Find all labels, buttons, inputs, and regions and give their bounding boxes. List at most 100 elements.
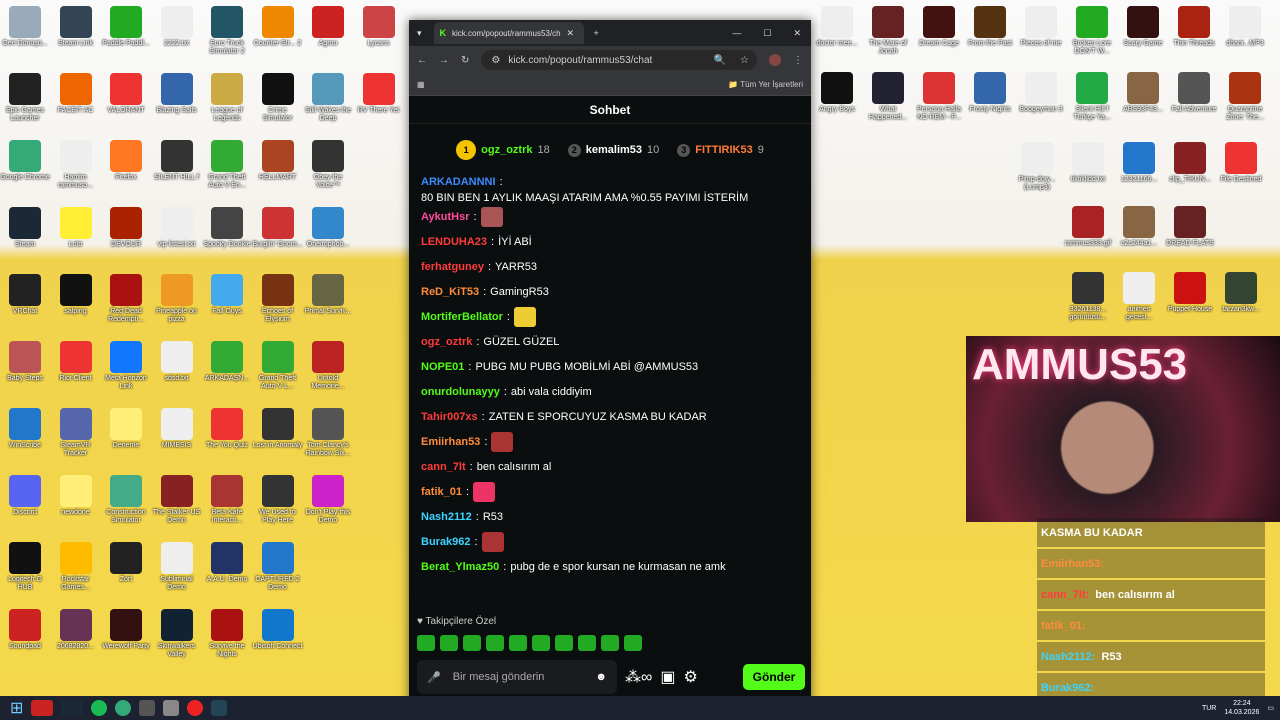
desktop-icon[interactable]: Lycans <box>354 6 404 48</box>
desktop-icon[interactable]: Riot Client <box>51 341 101 383</box>
desktop-icon[interactable]: The You Quiz <box>202 408 252 450</box>
desktop-icon[interactable]: tiktiklidd.txt <box>1063 142 1113 184</box>
chat-username[interactable]: ogz_oztrk <box>421 336 472 348</box>
chat-username[interactable]: Tahir007xs <box>421 411 478 423</box>
emote-1[interactable] <box>417 635 435 651</box>
gifter-1[interactable]: 1 ogz_oztrk 18 <box>456 140 550 160</box>
desktop-icon[interactable]: Hamim rammuso... <box>51 140 101 190</box>
desktop-icon[interactable]: MIMESIS <box>152 408 202 450</box>
desktop-icon[interactable]: 20682820... <box>51 609 101 651</box>
desktop-icon[interactable]: Epic Games Launcher <box>0 73 50 123</box>
desktop-icon[interactable]: tarzan3kw... <box>1216 272 1266 314</box>
desktop-icon[interactable]: ARKADAŞN... <box>202 341 252 383</box>
desktop-icon[interactable]: sdsd.txt <box>152 341 202 383</box>
desktop-icon[interactable]: SteamVR Tracker <box>51 408 101 458</box>
emote-8[interactable] <box>578 635 596 651</box>
desktop-icon[interactable]: DEVOUR <box>101 207 151 249</box>
emote-10[interactable] <box>624 635 642 651</box>
taskbar-steam-icon[interactable] <box>211 700 228 716</box>
tray-lang[interactable]: TUR <box>1202 705 1216 712</box>
chat-input[interactable]: 🎤 Bir mesaj gönderin ☻ <box>417 660 617 694</box>
desktop-icon[interactable]: Baby Steps <box>0 341 50 383</box>
tab-kick-chat[interactable]: K kick.com/popout/rammus53/ch ✕ <box>433 22 584 44</box>
desktop-icon[interactable]: Skinwalkers Valley <box>152 609 202 659</box>
close-window-icon[interactable]: ✕ <box>793 28 801 39</box>
desktop-icon[interactable]: Firefox <box>101 140 151 182</box>
desktop-icon[interactable]: Puppet House <box>1165 272 1215 314</box>
chat-username[interactable]: AykutHsr <box>421 211 470 223</box>
minimize-icon[interactable]: — <box>732 28 741 39</box>
desktop-icon[interactable]: newdone <box>51 475 101 517</box>
maximize-icon[interactable]: ☐ <box>763 28 771 39</box>
taskbar-chrome-icon[interactable] <box>115 700 132 716</box>
microphone-icon[interactable]: 🎤 <box>427 671 441 684</box>
desktop-icon[interactable]: Primal Surviv... <box>303 274 353 316</box>
desktop-icon[interactable]: rammus333.gif <box>1063 206 1113 248</box>
desktop-icon[interactable]: salping <box>51 274 101 316</box>
desktop-icon[interactable]: Broken Lore DON'T W... <box>1067 6 1117 56</box>
chat-username[interactable]: fatik_01 <box>421 486 462 498</box>
desktop-icon[interactable]: RV There Yet <box>354 73 404 115</box>
desktop-icon[interactable]: Crime Simulator <box>253 73 303 123</box>
desktop-icon[interactable]: dhani...MP3 <box>1220 6 1270 48</box>
profile-avatar[interactable] <box>769 54 781 66</box>
emoji-icon[interactable]: ☻ <box>595 671 607 683</box>
desktop-icon[interactable]: Dream Cage <box>914 6 964 48</box>
desktop-icon[interactable]: Silent Hill f Türkçe Ya... <box>1067 72 1117 122</box>
desktop-icon[interactable]: What Happened... <box>863 72 913 122</box>
desktop-icon[interactable]: CAPTURED 2 Demo <box>253 542 303 592</box>
all-bookmarks-button[interactable]: 📁 Tüm Yer İşaretleri <box>728 80 803 89</box>
desktop-icon[interactable]: Survive the Nights <box>202 609 252 659</box>
desktop-icon[interactable]: Discord <box>0 475 50 517</box>
desktop-icon[interactable]: Werewolf Party <box>101 609 151 651</box>
emote-5[interactable] <box>509 635 527 651</box>
desktop-icon[interactable]: Pineapple on pizza <box>152 274 202 324</box>
desktop-icon[interactable]: Thin Threads <box>1169 6 1219 48</box>
chat-username[interactable]: Berat_Ylmaz50 <box>421 561 499 573</box>
zoom-icon[interactable]: 🔍 <box>714 55 726 66</box>
desktop-icon[interactable]: Subliminal Demo <box>152 542 202 592</box>
desktop-icon[interactable]: Fall Guys <box>202 274 252 316</box>
desktop-icon[interactable]: WinScribe <box>0 408 50 450</box>
desktop-icon[interactable]: SILENT HILL f <box>152 140 202 182</box>
desktop-icon[interactable]: Grand Theft Auto V En... <box>202 140 252 190</box>
desktop-icon[interactable]: HELLMART <box>253 140 303 182</box>
desktop-icon[interactable]: animes gecesi... <box>1114 272 1164 322</box>
desktop-icon[interactable]: Euro Truck Simulator 2 <box>202 6 252 56</box>
desktop-icon[interactable]: Loto <box>51 207 101 249</box>
kick-actions-icon[interactable]: ⁂∞ <box>625 667 652 687</box>
desktop-icon[interactable]: Deneme <box>101 408 151 450</box>
desktop-icon[interactable]: Logitech G HUB <box>0 542 50 592</box>
gifter-2[interactable]: 2 kemalim53 10 <box>567 143 659 157</box>
send-button[interactable]: Gönder <box>743 664 805 690</box>
chat-username[interactable]: NOPE01 <box>421 361 464 373</box>
emote-4[interactable] <box>486 635 504 651</box>
chat-username[interactable]: ReD_KiT53 <box>421 286 479 298</box>
chat-username[interactable]: LENDUHA23 <box>421 236 487 248</box>
desktop-icon[interactable]: 33261138... görüntüsü... <box>1063 272 1113 322</box>
start-windows-icon[interactable]: ⊞ <box>10 698 23 718</box>
desktop-icon[interactable]: Google Chrome <box>0 140 50 182</box>
desktop-icon[interactable]: Agrou <box>303 6 353 48</box>
desktop-icon[interactable]: Angry Boys <box>812 72 862 114</box>
emote-3[interactable] <box>463 635 481 651</box>
desktop-icon[interactable]: Pimp-dow... (Lump3) <box>1012 142 1062 192</box>
desktop-icon[interactable]: Geri Dönüşü... <box>0 6 50 48</box>
desktop-icon[interactable]: Fall Adventure <box>1169 72 1219 114</box>
desktop-icon[interactable]: Meta Horizon Link <box>101 341 151 391</box>
taskbar-youtube-icon[interactable] <box>187 700 204 716</box>
notifications-icon[interactable]: ▭ <box>1267 704 1274 712</box>
emote-9[interactable] <box>601 635 619 651</box>
chat-username[interactable]: Burak962 <box>421 536 471 548</box>
desktop-icon[interactable]: 2222.txt <box>152 6 202 48</box>
desktop-icon[interactable]: ABS93F43... <box>1118 72 1168 114</box>
tab-list-icon[interactable]: ▾ <box>417 28 422 39</box>
desktop-icon[interactable]: A.A.U. Demo <box>202 542 252 584</box>
desktop-icon[interactable]: The Mare of Jonah <box>863 6 913 56</box>
desktop-icon[interactable]: Quarantine Zone: The... <box>1220 72 1270 122</box>
desktop-icon[interactable]: Boogeyman 3 <box>1016 72 1066 114</box>
desktop-icon[interactable]: Burglin' Gnom... <box>253 207 303 249</box>
taskbar-app-2[interactable] <box>61 700 84 716</box>
taskbar-app-6[interactable] <box>163 700 180 716</box>
desktop-icon[interactable]: The Stalker US Demo <box>152 475 202 525</box>
